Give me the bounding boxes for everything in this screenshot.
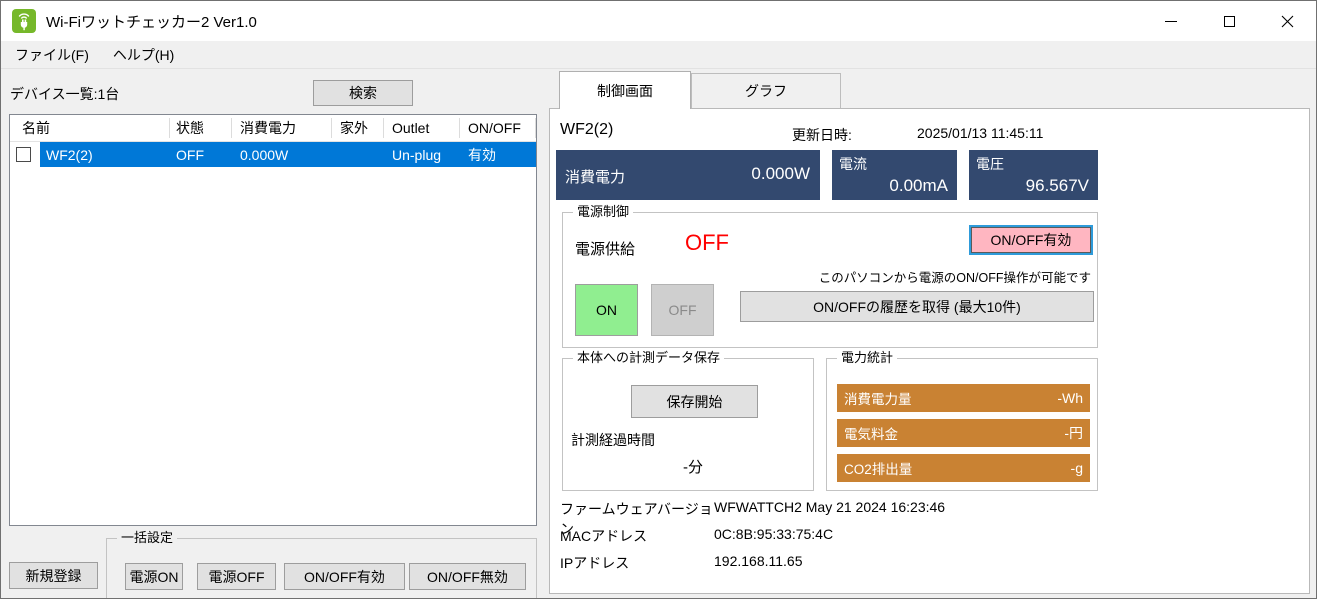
close-button[interactable]	[1258, 1, 1316, 41]
elapsed-time-label: 計測経過時間	[571, 430, 655, 450]
column-header-status[interactable]: 状態	[170, 118, 232, 138]
bulk-enable-button[interactable]: ON/OFF有効	[284, 563, 405, 590]
ip-address-label: IPアドレス	[560, 553, 714, 573]
stat-energy: 消費電力量 -Wh	[837, 384, 1090, 412]
current-metric-label: 電流	[839, 154, 867, 174]
bulk-power-off-button[interactable]: 電源OFF	[197, 563, 276, 590]
current-metric: 電流 0.00mA	[832, 150, 957, 200]
maximize-icon	[1224, 16, 1235, 27]
register-new-button[interactable]: 新規登録	[9, 562, 98, 589]
current-metric-value: 0.00mA	[889, 176, 948, 196]
device-list: 名前 状態 消費電力 家外 Outlet ON/OFF WF2(2) OFF 0…	[9, 114, 537, 526]
device-checkbox[interactable]	[16, 147, 31, 162]
data-save-label: 本体への計測データ保存	[573, 350, 724, 366]
bulk-settings-group: 一括設定 電源ON 電源OFF ON/OFF有効 ON/OFF無効	[106, 538, 537, 599]
search-button[interactable]: 検索	[313, 80, 413, 106]
ip-address-value: 192.168.11.65	[714, 553, 803, 573]
ip-address-row: IPアドレス 192.168.11.65	[560, 553, 1300, 573]
cell-status: OFF	[170, 147, 232, 163]
cell-outlet: Un-plug	[384, 147, 460, 163]
row-checkbox-cell	[10, 142, 40, 167]
column-header-away[interactable]: 家外	[332, 118, 384, 138]
power-metric: 消費電力 0.000W	[556, 150, 820, 200]
table-row[interactable]: WF2(2) OFF 0.000W Un-plug 有効	[10, 142, 536, 167]
updated-time-value: 2025/01/13 11:45:11	[917, 125, 1043, 141]
maximize-button[interactable]	[1200, 1, 1258, 41]
voltage-metric: 電圧 96.567V	[969, 150, 1098, 200]
stat-co2-value: -g	[1071, 460, 1083, 476]
menu-help[interactable]: ヘルプ(H)	[103, 41, 184, 69]
mac-address-label: MACアドレス	[560, 526, 714, 546]
stat-energy-value: -Wh	[1057, 390, 1083, 406]
stat-cost-value: -円	[1064, 423, 1083, 443]
power-supply-label: 電源供給	[575, 238, 635, 259]
power-metric-label: 消費電力	[565, 166, 625, 187]
data-save-group: 本体への計測データ保存 保存開始 計測経過時間 -分	[562, 358, 814, 491]
device-list-header: 名前 状態 消費電力 家外 Outlet ON/OFF	[10, 115, 536, 142]
column-header-name[interactable]: 名前	[10, 118, 170, 138]
power-supply-state: OFF	[685, 230, 729, 256]
elapsed-time-value: -分	[623, 456, 763, 477]
mac-address-value: 0C:8B:95:33:75:4C	[714, 526, 833, 546]
device-list-title: デバイス一覧:1台	[10, 84, 119, 104]
updated-time-label: 更新日時:	[792, 125, 852, 145]
tab-graph[interactable]: グラフ	[691, 73, 841, 109]
selected-device-name: WF2(2)	[560, 121, 613, 139]
power-stats-group: 電力統計 消費電力量 -Wh 電気料金 -円 CO2排出量 -g	[826, 358, 1098, 491]
power-metric-value: 0.000W	[751, 164, 810, 184]
voltage-metric-label: 電圧	[976, 154, 1004, 174]
cell-power: 0.000W	[232, 147, 332, 163]
stat-cost-label: 電気料金	[844, 423, 1064, 443]
power-control-group: 電源制御 電源供給 OFF ON/OFF有効 このパソコンから電源のON/OFF…	[562, 212, 1098, 348]
bulk-disable-button[interactable]: ON/OFF無効	[409, 563, 526, 590]
onoff-enable-button[interactable]: ON/OFF有効	[969, 225, 1093, 255]
column-header-outlet[interactable]: Outlet	[384, 118, 460, 138]
tab-control[interactable]: 制御画面	[559, 71, 691, 109]
stat-co2-label: CO2排出量	[844, 458, 1071, 478]
minimize-icon	[1165, 21, 1177, 22]
voltage-metric-value: 96.567V	[1026, 176, 1089, 196]
column-header-power[interactable]: 消費電力	[232, 118, 332, 138]
cell-onoff: 有効	[460, 145, 536, 165]
menu-file[interactable]: ファイル(F)	[5, 41, 99, 69]
cell-name: WF2(2)	[40, 147, 170, 163]
power-stats-label: 電力統計	[837, 350, 897, 366]
save-start-button[interactable]: 保存開始	[631, 385, 758, 418]
power-off-button[interactable]: OFF	[651, 284, 714, 336]
bulk-power-on-button[interactable]: 電源ON	[125, 563, 183, 590]
window-title: Wi-Fiワットチェッカー2 Ver1.0	[46, 11, 257, 32]
power-control-note: このパソコンから電源のON/OFF操作が可能です	[819, 267, 1091, 286]
onoff-history-button[interactable]: ON/OFFの履歴を取得 (最大10件)	[740, 291, 1094, 322]
stat-cost: 電気料金 -円	[837, 419, 1090, 447]
power-on-button[interactable]: ON	[575, 284, 638, 336]
bulk-settings-label: 一括設定	[117, 530, 177, 546]
stat-co2: CO2排出量 -g	[837, 454, 1090, 482]
title-bar: Wi-Fiワットチェッカー2 Ver1.0	[1, 1, 1316, 41]
mac-address-row: MACアドレス 0C:8B:95:33:75:4C	[560, 526, 1300, 546]
control-panel: WF2(2) 更新日時: 2025/01/13 11:45:11 消費電力 0.…	[549, 108, 1310, 594]
close-icon	[1281, 15, 1294, 28]
power-control-label: 電源制御	[573, 204, 633, 220]
minimize-button[interactable]	[1142, 1, 1200, 41]
column-header-onoff[interactable]: ON/OFF	[460, 118, 536, 138]
app-window: Wi-Fiワットチェッカー2 Ver1.0 ファイル(F) ヘルプ(H) デバイ…	[0, 0, 1317, 599]
menu-bar: ファイル(F) ヘルプ(H)	[1, 41, 1316, 69]
wifi-plug-app-icon	[12, 9, 36, 33]
row-body[interactable]: WF2(2) OFF 0.000W Un-plug 有効	[40, 142, 536, 167]
stat-energy-label: 消費電力量	[844, 388, 1057, 408]
